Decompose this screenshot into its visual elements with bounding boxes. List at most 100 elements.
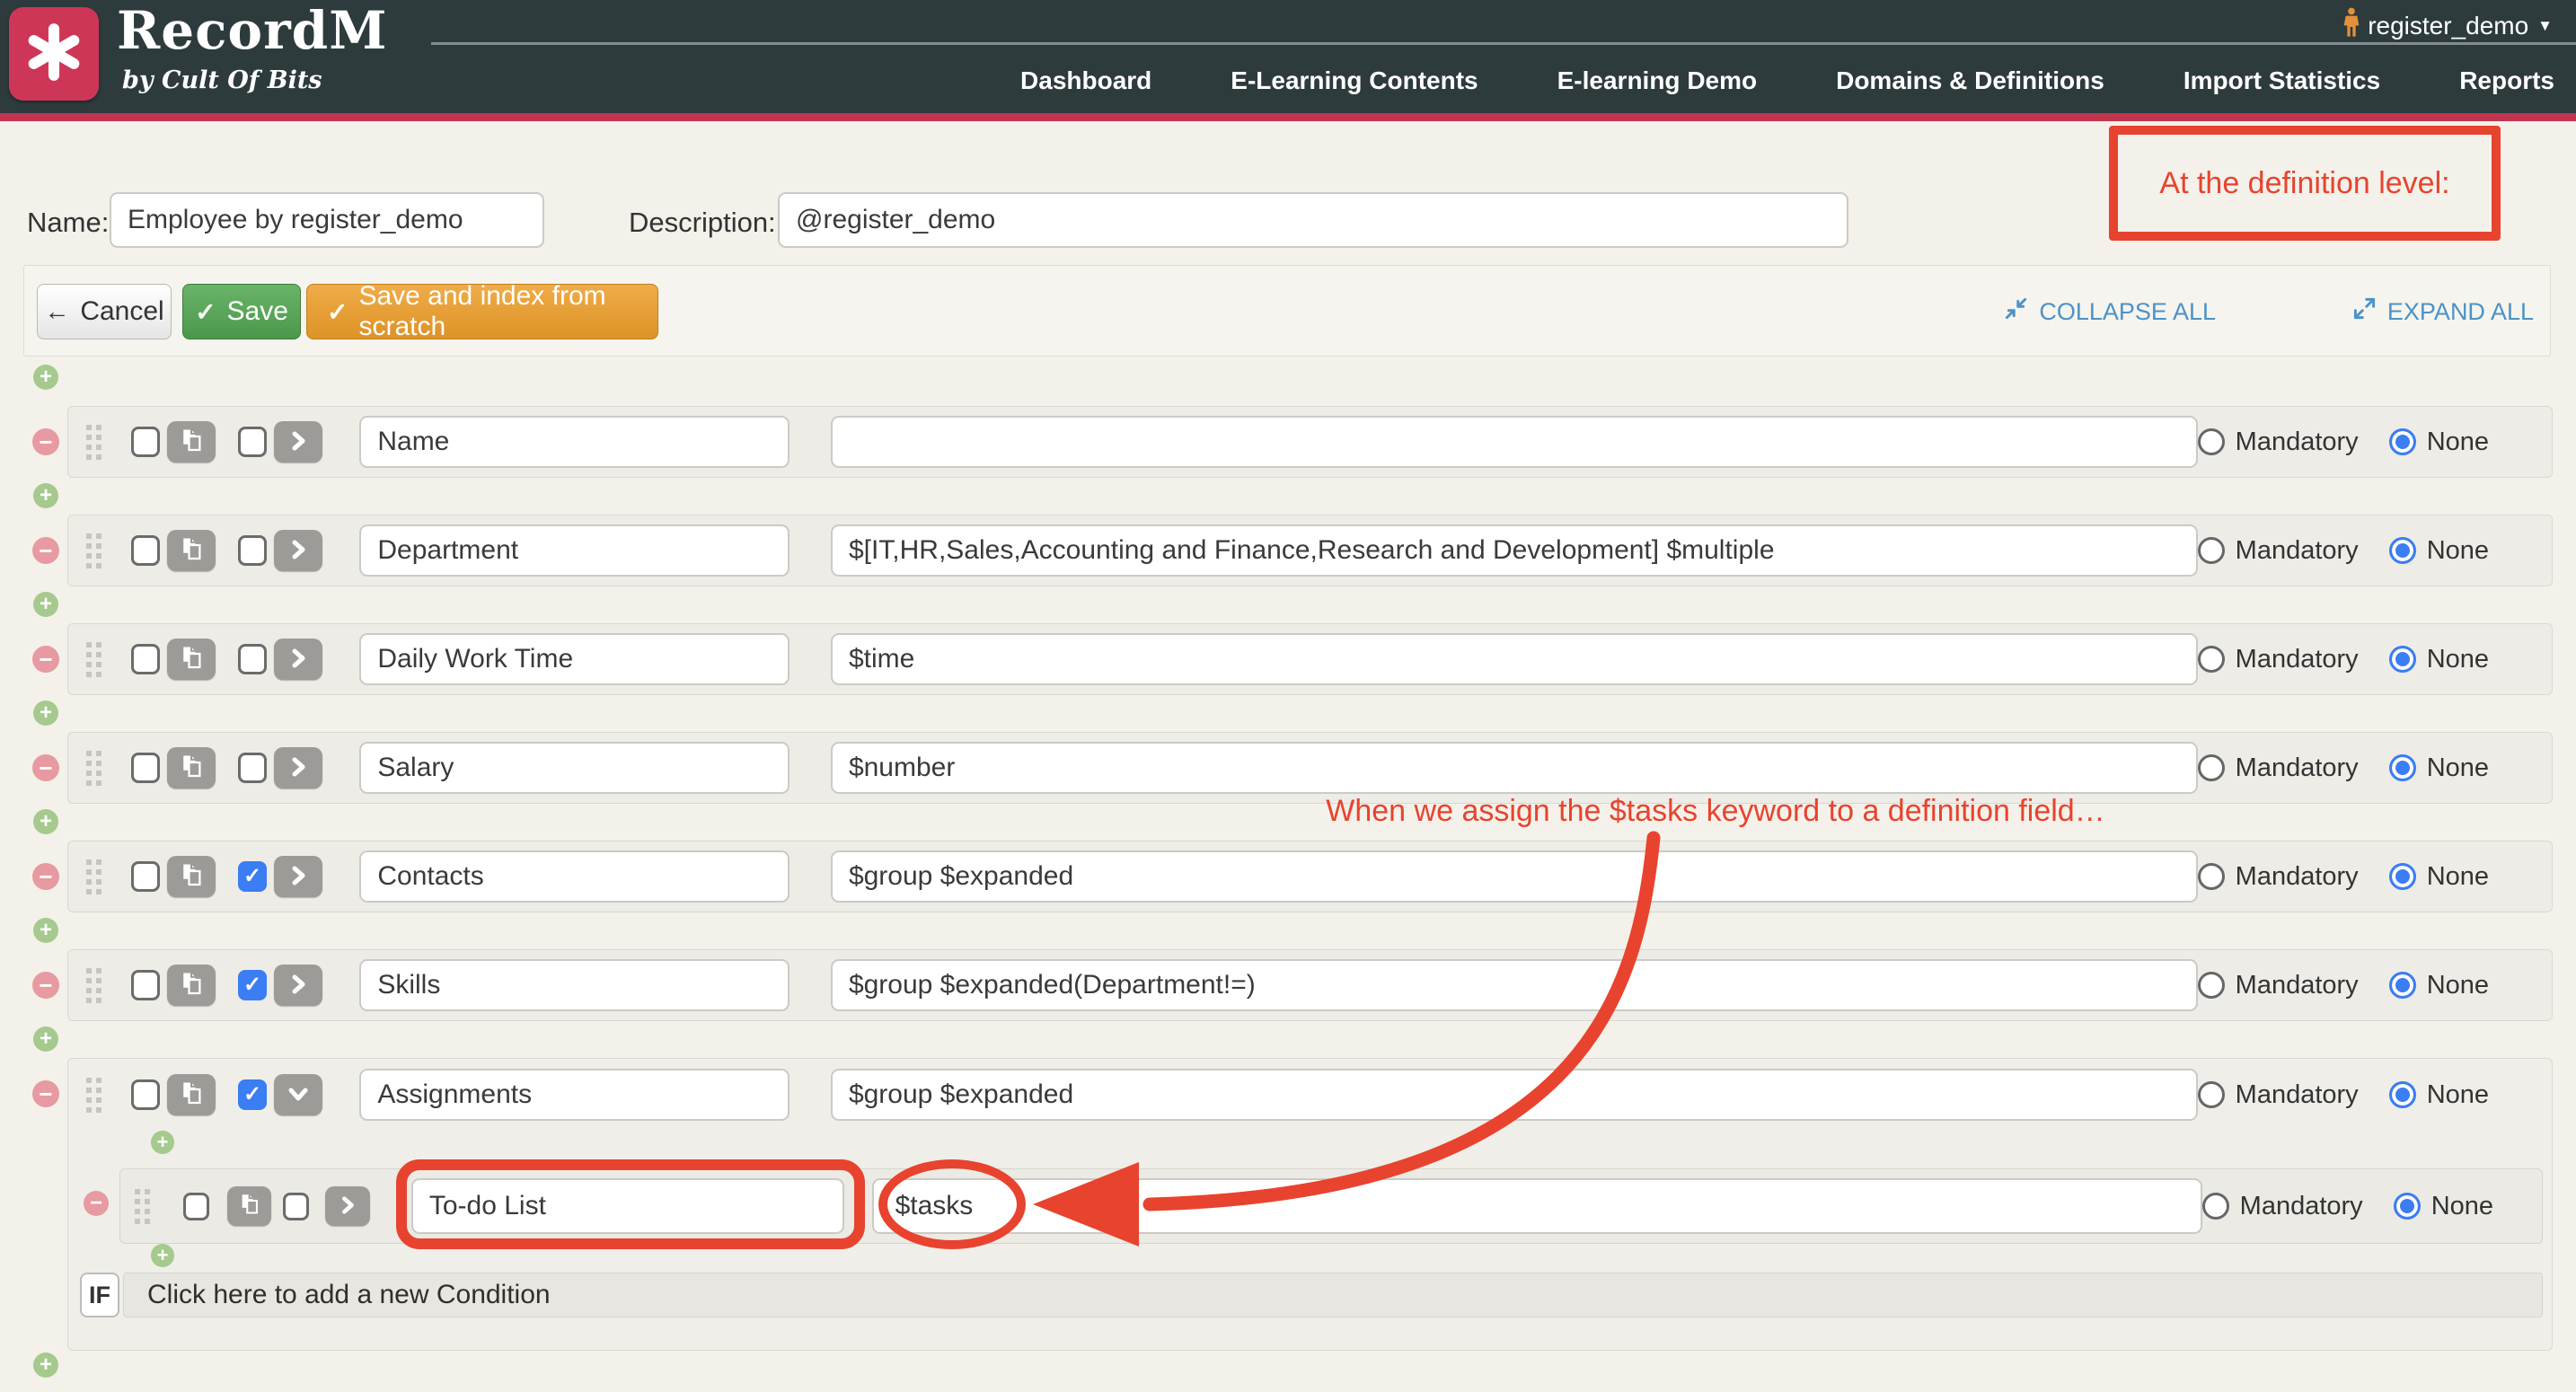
add-field-button[interactable]: + [33, 365, 58, 390]
field-checkbox[interactable] [131, 427, 160, 457]
none-radio[interactable] [2394, 1193, 2421, 1220]
field-visible-checkbox[interactable] [238, 753, 267, 783]
add-subfield-button[interactable]: + [151, 1244, 174, 1267]
field-checkbox[interactable] [131, 644, 160, 674]
add-field-button[interactable]: + [33, 483, 58, 508]
field-name-input[interactable] [359, 524, 790, 577]
field-name-input[interactable] [359, 850, 790, 903]
field-checkbox[interactable] [131, 1079, 160, 1110]
drag-handle[interactable] [86, 533, 101, 568]
field-visible-checkbox[interactable] [283, 1193, 309, 1220]
collapse-all-button[interactable]: COLLAPSE ALL [2004, 266, 2216, 357]
mandatory-radio[interactable] [2198, 1081, 2225, 1108]
nav-domains-definitions[interactable]: Domains & Definitions [1836, 66, 2104, 95]
field-visible-checkbox[interactable]: ✓ [238, 861, 267, 892]
expand-field-button[interactable] [274, 965, 322, 1006]
duplicate-field-button[interactable] [227, 1186, 272, 1226]
mandatory-radio[interactable] [2198, 646, 2225, 673]
duplicate-field-button[interactable] [167, 421, 216, 463]
remove-field-button[interactable]: − [32, 863, 59, 890]
field-value-input[interactable] [831, 850, 2198, 903]
field-checkbox[interactable] [131, 861, 160, 892]
nav-dashboard[interactable]: Dashboard [1020, 66, 1151, 95]
remove-field-button[interactable]: − [32, 646, 59, 673]
mandatory-radio[interactable] [2198, 754, 2225, 781]
none-radio[interactable] [2389, 972, 2416, 999]
duplicate-field-button[interactable] [167, 747, 216, 789]
recordm-logo[interactable] [9, 7, 99, 101]
field-visible-checkbox[interactable] [238, 427, 267, 457]
remove-field-button[interactable]: − [32, 428, 59, 455]
field-visible-checkbox[interactable] [238, 644, 267, 674]
field-visible-checkbox[interactable]: ✓ [238, 1079, 267, 1110]
drag-handle[interactable] [86, 425, 101, 460]
add-subfield-button[interactable]: + [151, 1131, 174, 1154]
none-radio[interactable] [2389, 537, 2416, 564]
nav-elearning-contents[interactable]: E-Learning Contents [1231, 66, 1478, 95]
expand-field-button[interactable] [274, 856, 322, 897]
drag-handle[interactable] [86, 642, 101, 677]
expand-field-button[interactable] [325, 1186, 370, 1226]
field-visible-checkbox[interactable]: ✓ [238, 970, 267, 1000]
add-field-button[interactable]: + [33, 700, 58, 726]
field-name-input[interactable] [411, 1178, 844, 1234]
add-field-button[interactable]: + [33, 592, 58, 617]
nav-elearning-demo[interactable]: E-learning Demo [1557, 66, 1757, 95]
field-value-input[interactable] [872, 1178, 2202, 1234]
field-name-input[interactable] [359, 1069, 790, 1121]
none-radio[interactable] [2389, 863, 2416, 890]
field-value-input[interactable] [831, 524, 2198, 577]
field-value-input[interactable] [831, 416, 2198, 468]
none-radio[interactable] [2389, 754, 2416, 781]
collapse-field-button[interactable] [274, 1074, 322, 1115]
save-button[interactable]: ✓ Save [182, 284, 301, 339]
mandatory-radio[interactable] [2198, 428, 2225, 455]
cancel-button[interactable]: ← Cancel [37, 284, 172, 339]
remove-subfield-button[interactable]: − [84, 1191, 109, 1216]
add-condition-bar[interactable]: Click here to add a new Condition [123, 1273, 2543, 1317]
remove-field-button[interactable]: − [32, 537, 59, 564]
add-field-button[interactable]: + [33, 1026, 58, 1052]
mandatory-radio[interactable] [2198, 863, 2225, 890]
field-checkbox[interactable] [183, 1193, 209, 1220]
field-visible-checkbox[interactable] [238, 535, 267, 566]
drag-handle[interactable] [86, 859, 101, 894]
field-checkbox[interactable] [131, 535, 160, 566]
none-radio[interactable] [2389, 1081, 2416, 1108]
mandatory-radio[interactable] [2198, 537, 2225, 564]
nav-import-statistics[interactable]: Import Statistics [2183, 66, 2380, 95]
field-value-input[interactable] [831, 1069, 2198, 1121]
none-radio[interactable] [2389, 428, 2416, 455]
field-name-input[interactable] [359, 416, 790, 468]
mandatory-radio[interactable] [2202, 1193, 2229, 1220]
field-value-input[interactable] [831, 959, 2198, 1011]
duplicate-field-button[interactable] [167, 639, 216, 680]
field-checkbox[interactable] [131, 753, 160, 783]
expand-field-button[interactable] [274, 530, 322, 571]
none-radio[interactable] [2389, 646, 2416, 673]
user-menu[interactable]: register_demo ▼ [2342, 7, 2553, 44]
remove-field-button[interactable]: − [32, 754, 59, 781]
drag-handle[interactable] [86, 751, 101, 786]
expand-field-button[interactable] [274, 747, 322, 789]
expand-all-button[interactable]: EXPAND ALL [2352, 266, 2534, 357]
duplicate-field-button[interactable] [167, 1074, 216, 1115]
drag-handle[interactable] [135, 1189, 150, 1224]
if-condition-badge[interactable]: IF [80, 1273, 119, 1317]
remove-field-button[interactable]: − [32, 1080, 59, 1107]
duplicate-field-button[interactable] [167, 856, 216, 897]
field-checkbox[interactable] [131, 970, 160, 1000]
nav-reports[interactable]: Reports [2459, 66, 2554, 95]
save-and-index-button[interactable]: ✓ Save and index from scratch [306, 284, 658, 339]
add-field-button[interactable]: + [33, 1352, 58, 1378]
definition-name-input[interactable] [110, 192, 544, 248]
duplicate-field-button[interactable] [167, 965, 216, 1006]
drag-handle[interactable] [86, 968, 101, 1003]
field-value-input[interactable] [831, 633, 2198, 685]
field-name-input[interactable] [359, 633, 790, 685]
expand-field-button[interactable] [274, 421, 322, 463]
expand-field-button[interactable] [274, 639, 322, 680]
field-name-input[interactable] [359, 742, 790, 794]
drag-handle[interactable] [86, 1078, 101, 1113]
field-name-input[interactable] [359, 959, 790, 1011]
